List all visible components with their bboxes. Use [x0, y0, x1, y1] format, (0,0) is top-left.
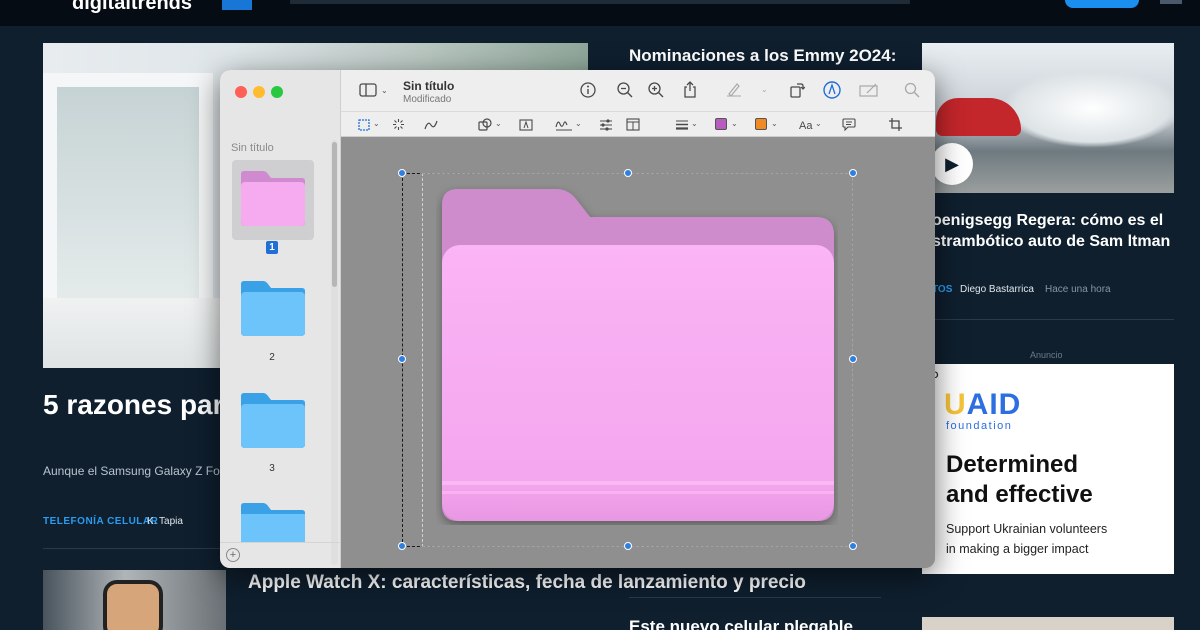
resize-handle-bottom-right[interactable]	[849, 542, 857, 550]
resize-handle-bottom[interactable]	[624, 542, 632, 550]
site-logo-badge	[222, 0, 252, 10]
preview-window: Sin título 1 2 3 + ⌄ Sin título Modifica…	[220, 70, 935, 568]
page-number-3: 3	[269, 463, 275, 474]
crop-icon[interactable]	[889, 118, 902, 131]
line-style-icon[interactable]	[675, 119, 689, 130]
document-title[interactable]: Sin título	[403, 79, 454, 93]
site-header: digitaltrends	[0, 0, 1200, 26]
border-color-icon[interactable]	[715, 118, 727, 130]
chevron-down-icon[interactable]: ⌄	[575, 119, 582, 128]
font-icon[interactable]: Aa	[799, 117, 812, 135]
hero-article-title[interactable]: 5 razones par Samsung Gal	[43, 388, 223, 422]
car-article-author[interactable]: Diego Bastarrica	[960, 284, 1034, 295]
car-article-category[interactable]: TOS	[932, 284, 952, 295]
info-icon[interactable]	[580, 82, 596, 98]
instant-alpha-icon[interactable]	[392, 118, 405, 131]
hero-article-author[interactable]: K. Tapia	[147, 516, 183, 527]
sketch-icon[interactable]	[424, 118, 438, 131]
shapes-icon[interactable]	[478, 118, 492, 132]
signature-icon[interactable]	[555, 118, 573, 131]
watch-article-title[interactable]: Apple Watch X: características, fecha de…	[248, 570, 806, 595]
chevron-down-icon[interactable]: ⌄	[771, 119, 778, 128]
chevron-down-icon[interactable]: ⌄	[381, 86, 388, 95]
divider	[922, 319, 1174, 320]
document-canvas[interactable]	[341, 137, 935, 568]
form-fill-icon[interactable]	[859, 82, 879, 98]
page-thumbnail-2[interactable]	[239, 280, 307, 338]
site-nav[interactable]	[290, 0, 910, 4]
advertisement[interactable]: D UAID foundation Determined and effectiv…	[922, 364, 1174, 574]
document-status: Modificado	[403, 94, 452, 105]
preview-toolbar: ⌄ Sin título Modificado ⌄ ⌄ ⌄ ⌄ ⌄ ⌄ ⌄ Aa…	[341, 70, 935, 137]
zoom-window-button[interactable]	[271, 86, 283, 98]
video-play-button[interactable]: ▶	[931, 143, 973, 185]
close-window-button[interactable]	[235, 86, 247, 98]
red-car	[936, 98, 1021, 136]
page-thumbnail-4[interactable]	[239, 502, 307, 542]
page-thumbnail-1[interactable]	[239, 170, 307, 228]
sidebar-toggle-icon[interactable]	[359, 83, 377, 97]
car-article-title[interactable]: oenigsegg Regera: cómo es el strambótico…	[932, 210, 1182, 252]
article-thumbnail[interactable]	[922, 617, 1174, 630]
minimize-window-button[interactable]	[253, 86, 265, 98]
divider	[629, 597, 881, 598]
fill-color-icon[interactable]	[755, 118, 767, 130]
toolbar-divider	[341, 111, 935, 112]
add-page-button[interactable]: +	[226, 548, 240, 562]
watch-article-image[interactable]	[43, 570, 226, 630]
chevron-down-icon[interactable]: ⌄	[373, 119, 380, 128]
hero-article-description: Aunque el Samsung Galaxy Z Fo varias raz…	[43, 464, 223, 478]
ad-label: Anuncio	[1030, 350, 1063, 360]
resize-handle-bottom-left[interactable]	[398, 542, 406, 550]
page-layout-icon[interactable]	[626, 118, 640, 131]
subscribe-button[interactable]	[1065, 0, 1139, 8]
chevron-down-icon[interactable]: ⌄	[731, 119, 738, 128]
hero-article-category[interactable]: TELEFONÍA CELULAR	[43, 516, 158, 527]
chevron-down-icon[interactable]: ⌄	[761, 85, 768, 94]
uaid-logo: UAID	[944, 388, 1022, 421]
zoom-in-icon[interactable]	[648, 82, 664, 98]
share-icon[interactable]	[683, 81, 697, 98]
user-icon[interactable]	[1160, 0, 1182, 4]
zoom-out-icon[interactable]	[617, 82, 633, 98]
window-photo-frame	[43, 73, 213, 323]
resize-handle-top-right[interactable]	[849, 169, 857, 177]
page-thumbnail-3[interactable]	[239, 392, 307, 450]
resize-handle-right[interactable]	[849, 355, 857, 363]
text-box-icon[interactable]	[519, 119, 533, 131]
watch-face	[103, 580, 163, 630]
play-icon: ▶	[945, 153, 959, 174]
page-sidebar: Sin título 1 2 3 +	[220, 70, 341, 568]
sidebar-document-title: Sin título	[231, 142, 274, 154]
foldable-article-title[interactable]: Este nuevo celular plegable	[629, 617, 853, 630]
resize-handle-top-left[interactable]	[398, 169, 406, 177]
chevron-down-icon[interactable]: ⌄	[815, 119, 822, 128]
markup-icon[interactable]	[823, 81, 841, 99]
rotate-icon[interactable]	[789, 82, 805, 98]
search-icon[interactable]	[904, 82, 920, 98]
car-article-time: Hace una hora	[1045, 284, 1111, 295]
smoke-cloud	[1002, 68, 1174, 148]
page-number-1: 1	[266, 241, 278, 254]
ad-foundation-text: foundation	[946, 420, 1013, 432]
page-number-2: 2	[269, 352, 275, 363]
site-logo[interactable]: digitaltrends	[72, 0, 192, 15]
rect-select-icon[interactable]	[358, 119, 370, 131]
sidebar-footer-divider	[220, 542, 341, 543]
chevron-down-icon[interactable]: ⌄	[691, 119, 698, 128]
resize-handle-top[interactable]	[624, 169, 632, 177]
sidebar-scrollbar[interactable]	[332, 142, 337, 287]
note-icon[interactable]	[842, 118, 856, 131]
emmy-article-title[interactable]: Nominaciones a los Emmy 2O24:	[629, 44, 914, 67]
selection-inner-border	[422, 173, 853, 547]
resize-handle-left[interactable]	[398, 355, 406, 363]
chevron-down-icon[interactable]: ⌄	[495, 119, 502, 128]
ad-headline: Determined and effective	[946, 451, 1093, 508]
adjust-color-icon[interactable]	[599, 118, 613, 131]
ad-subtext: Support Ukrainian volunteers in making a …	[946, 522, 1108, 556]
highlight-pen-icon[interactable]	[726, 81, 742, 97]
